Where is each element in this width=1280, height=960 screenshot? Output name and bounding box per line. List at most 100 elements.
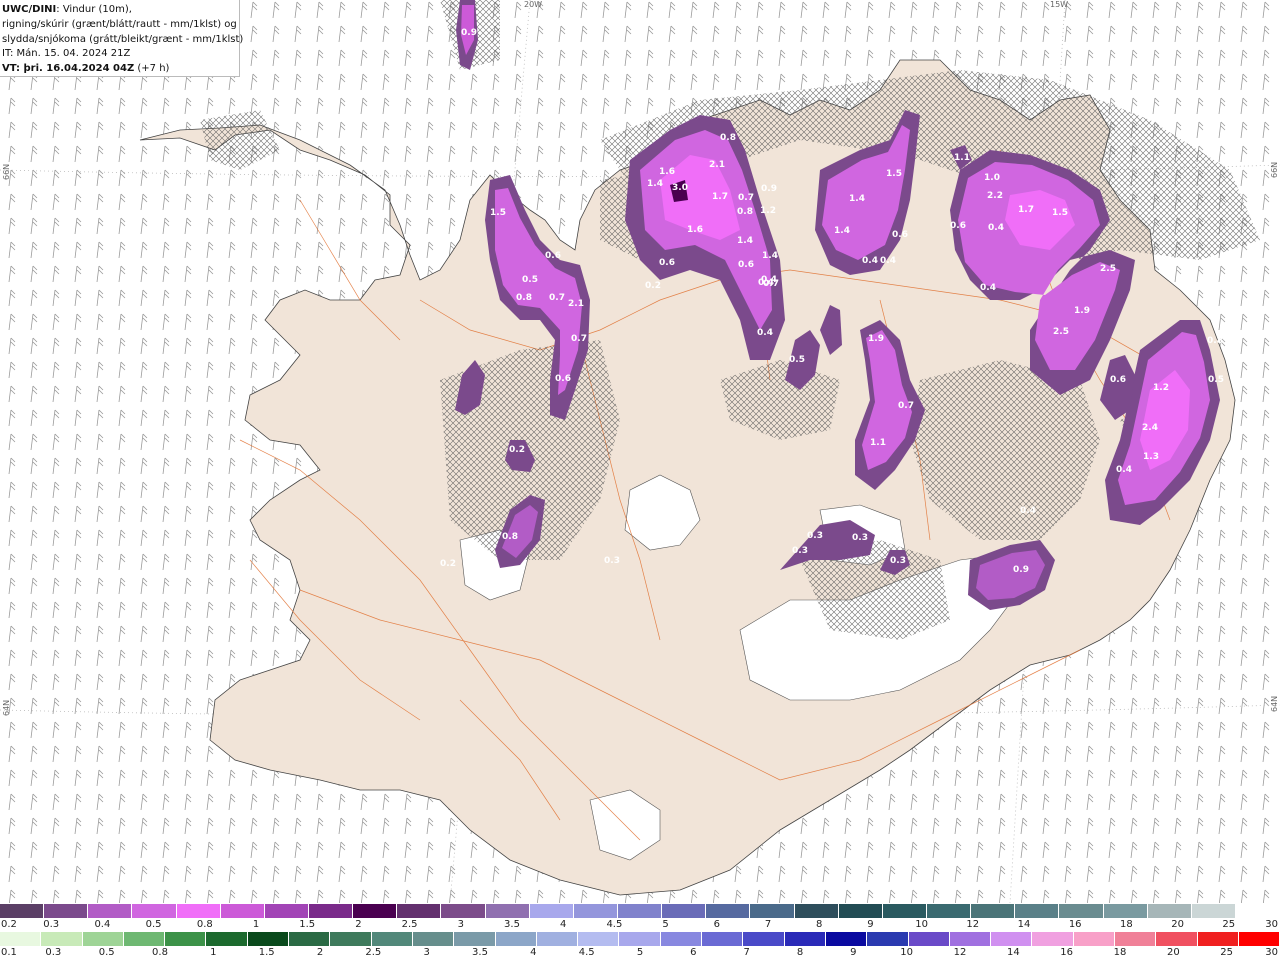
scale-label: 8 bbox=[796, 947, 804, 958]
scale-label: 1.5 bbox=[299, 919, 316, 930]
scale-label: 3.5 bbox=[504, 919, 520, 930]
precip-value-label: 1.2 bbox=[1153, 383, 1169, 393]
scale-swatch bbox=[882, 904, 927, 918]
scale-label: 2.5 bbox=[365, 947, 382, 958]
scale-swatch bbox=[247, 932, 290, 946]
scale-swatch bbox=[371, 932, 413, 946]
scale-label: 30 bbox=[1265, 919, 1278, 930]
scale-swatch bbox=[1059, 904, 1104, 918]
scale-label: 4.5 bbox=[606, 919, 623, 930]
scale-label: 10 bbox=[915, 919, 928, 930]
precip-value-label: 0.4 bbox=[1020, 506, 1036, 516]
scale-label: 16 bbox=[1068, 919, 1082, 930]
info-title-bold: UWC/DINI bbox=[2, 4, 57, 15]
scale-swatch bbox=[264, 904, 309, 918]
scale-swatch bbox=[1115, 932, 1157, 946]
scale-swatch bbox=[1238, 932, 1280, 946]
scale-swatch bbox=[784, 932, 826, 946]
scale-label: 4.5 bbox=[578, 947, 595, 958]
scale-label: 10 bbox=[900, 947, 914, 958]
scale-label: 25 bbox=[1220, 947, 1234, 958]
scale-swatch bbox=[617, 904, 663, 918]
scale-label: 25 bbox=[1222, 919, 1236, 930]
lat-label-66n-left: 66N bbox=[2, 163, 11, 180]
scale-swatch bbox=[495, 932, 537, 946]
scale-swatch bbox=[441, 904, 486, 918]
scale-swatch bbox=[750, 904, 795, 918]
scale-swatch bbox=[0, 904, 45, 918]
scale-label: 0.8 bbox=[152, 947, 168, 958]
snow-scale-labels: 0.2 0.3 0.4 0.5 0.8 1 1.5 2 2.5 3 3.5 4 4.5 5 6 7 8 9 10 12… bbox=[0, 919, 1280, 931]
scale-label: 0.3 bbox=[45, 947, 62, 958]
scale-label: 30 bbox=[1265, 947, 1278, 958]
info-box: UWC/DINI: Vindur (10m), rigning/skúrir (… bbox=[0, 0, 243, 77]
scale-label: 18 bbox=[1120, 919, 1133, 930]
scale-label: 6 bbox=[713, 919, 720, 930]
precip-value-label: 1.5 bbox=[886, 169, 902, 179]
scale-swatch bbox=[926, 904, 972, 918]
precip-value-label: 1.4 bbox=[762, 251, 778, 261]
precip-value-label: 2.1 bbox=[568, 299, 584, 309]
scale-label: 4 bbox=[560, 919, 567, 930]
precip-value-label: 1.4 bbox=[647, 179, 663, 189]
precip-value-label: 0.3 bbox=[604, 556, 620, 566]
scale-swatch bbox=[397, 904, 442, 918]
precip-value-label: 0.6 bbox=[892, 230, 908, 240]
scale-label: 16 bbox=[1060, 947, 1074, 958]
scale-label: 5 bbox=[636, 947, 644, 958]
precip-value-label: 2.5 bbox=[1053, 327, 1069, 337]
scale-swatch bbox=[1191, 904, 1236, 918]
precip-value-label: 0.6 bbox=[1110, 375, 1126, 385]
info-line-5: VT: þri. 16.04.2024 04Z (+7 h) bbox=[2, 62, 239, 77]
precip-value-label: 1.2 bbox=[760, 206, 776, 216]
lon-label-20w: 20W bbox=[524, 0, 543, 9]
precip-value-label: 0.2 bbox=[440, 559, 456, 569]
scale-swatch bbox=[1156, 932, 1198, 946]
precip-value-label: 0.6 bbox=[738, 260, 754, 270]
scale-swatch bbox=[991, 932, 1033, 946]
precip-value-label: 0.5 bbox=[789, 355, 805, 365]
precip-value-label: 0.9 bbox=[761, 184, 777, 194]
scale-swatch bbox=[838, 904, 883, 918]
scale-swatch bbox=[44, 904, 89, 918]
precip-value-label: 1.0 bbox=[984, 173, 1000, 183]
scale-label: 9 bbox=[867, 919, 874, 930]
precip-value-label: 0.7 bbox=[898, 401, 914, 411]
scale-swatch bbox=[485, 904, 530, 918]
precip-value-label: 0.8 bbox=[516, 293, 532, 303]
scale-label: 0.1 bbox=[1, 947, 17, 958]
scale-swatch bbox=[308, 904, 354, 918]
scale-swatch bbox=[88, 904, 133, 918]
map-canvas[interactable]: 0.9 0.8 1.6 1.4 3.0 2.1 0.9 0.7 1.7 0.8 1.2 1.6 1.4 1… bbox=[0, 0, 1280, 903]
precip-value-label: 0.3 bbox=[807, 531, 823, 541]
scale-swatch bbox=[412, 932, 455, 946]
precip-value-label: 2.4 bbox=[1142, 423, 1158, 433]
scale-label: 20 bbox=[1166, 947, 1180, 958]
scale-swatch bbox=[454, 932, 496, 946]
precip-value-label: 0.4 bbox=[1116, 465, 1132, 475]
scale-swatch bbox=[176, 904, 221, 918]
info-title-rest: : Vindur (10m), bbox=[56, 4, 132, 15]
scale-swatch bbox=[41, 932, 83, 946]
scale-swatch bbox=[619, 932, 661, 946]
scale-swatch bbox=[123, 932, 166, 946]
precip-value-label: 1.4 bbox=[737, 236, 753, 246]
scale-swatch bbox=[536, 932, 579, 946]
scale-label: 2 bbox=[355, 919, 362, 930]
scale-label: 0.2 bbox=[1, 919, 17, 930]
precip-value-label: 1.3 bbox=[1143, 452, 1159, 462]
scale-swatch bbox=[0, 932, 42, 946]
precip-value-label: 0.4 bbox=[988, 223, 1004, 233]
map-area[interactable]: 0.9 0.8 1.6 1.4 3.0 2.1 0.9 0.7 1.7 0.8 1.2 1.6 1.4 1… bbox=[0, 0, 1280, 903]
precip-value-label: 0.7 bbox=[763, 279, 779, 289]
precip-value-label: 0.4 bbox=[862, 256, 878, 266]
precip-value-label: 0.9 bbox=[461, 28, 477, 38]
lat-label-64n-left: 64N bbox=[2, 699, 11, 716]
scale-label: 5 bbox=[662, 919, 669, 930]
scale-label: 12 bbox=[966, 919, 980, 930]
precip-value-label: 0.6 bbox=[545, 251, 561, 261]
scale-swatch bbox=[82, 932, 124, 946]
scale-label: 9 bbox=[850, 947, 857, 958]
snow-color-scale bbox=[0, 904, 1280, 918]
scale-swatch bbox=[1235, 904, 1280, 918]
